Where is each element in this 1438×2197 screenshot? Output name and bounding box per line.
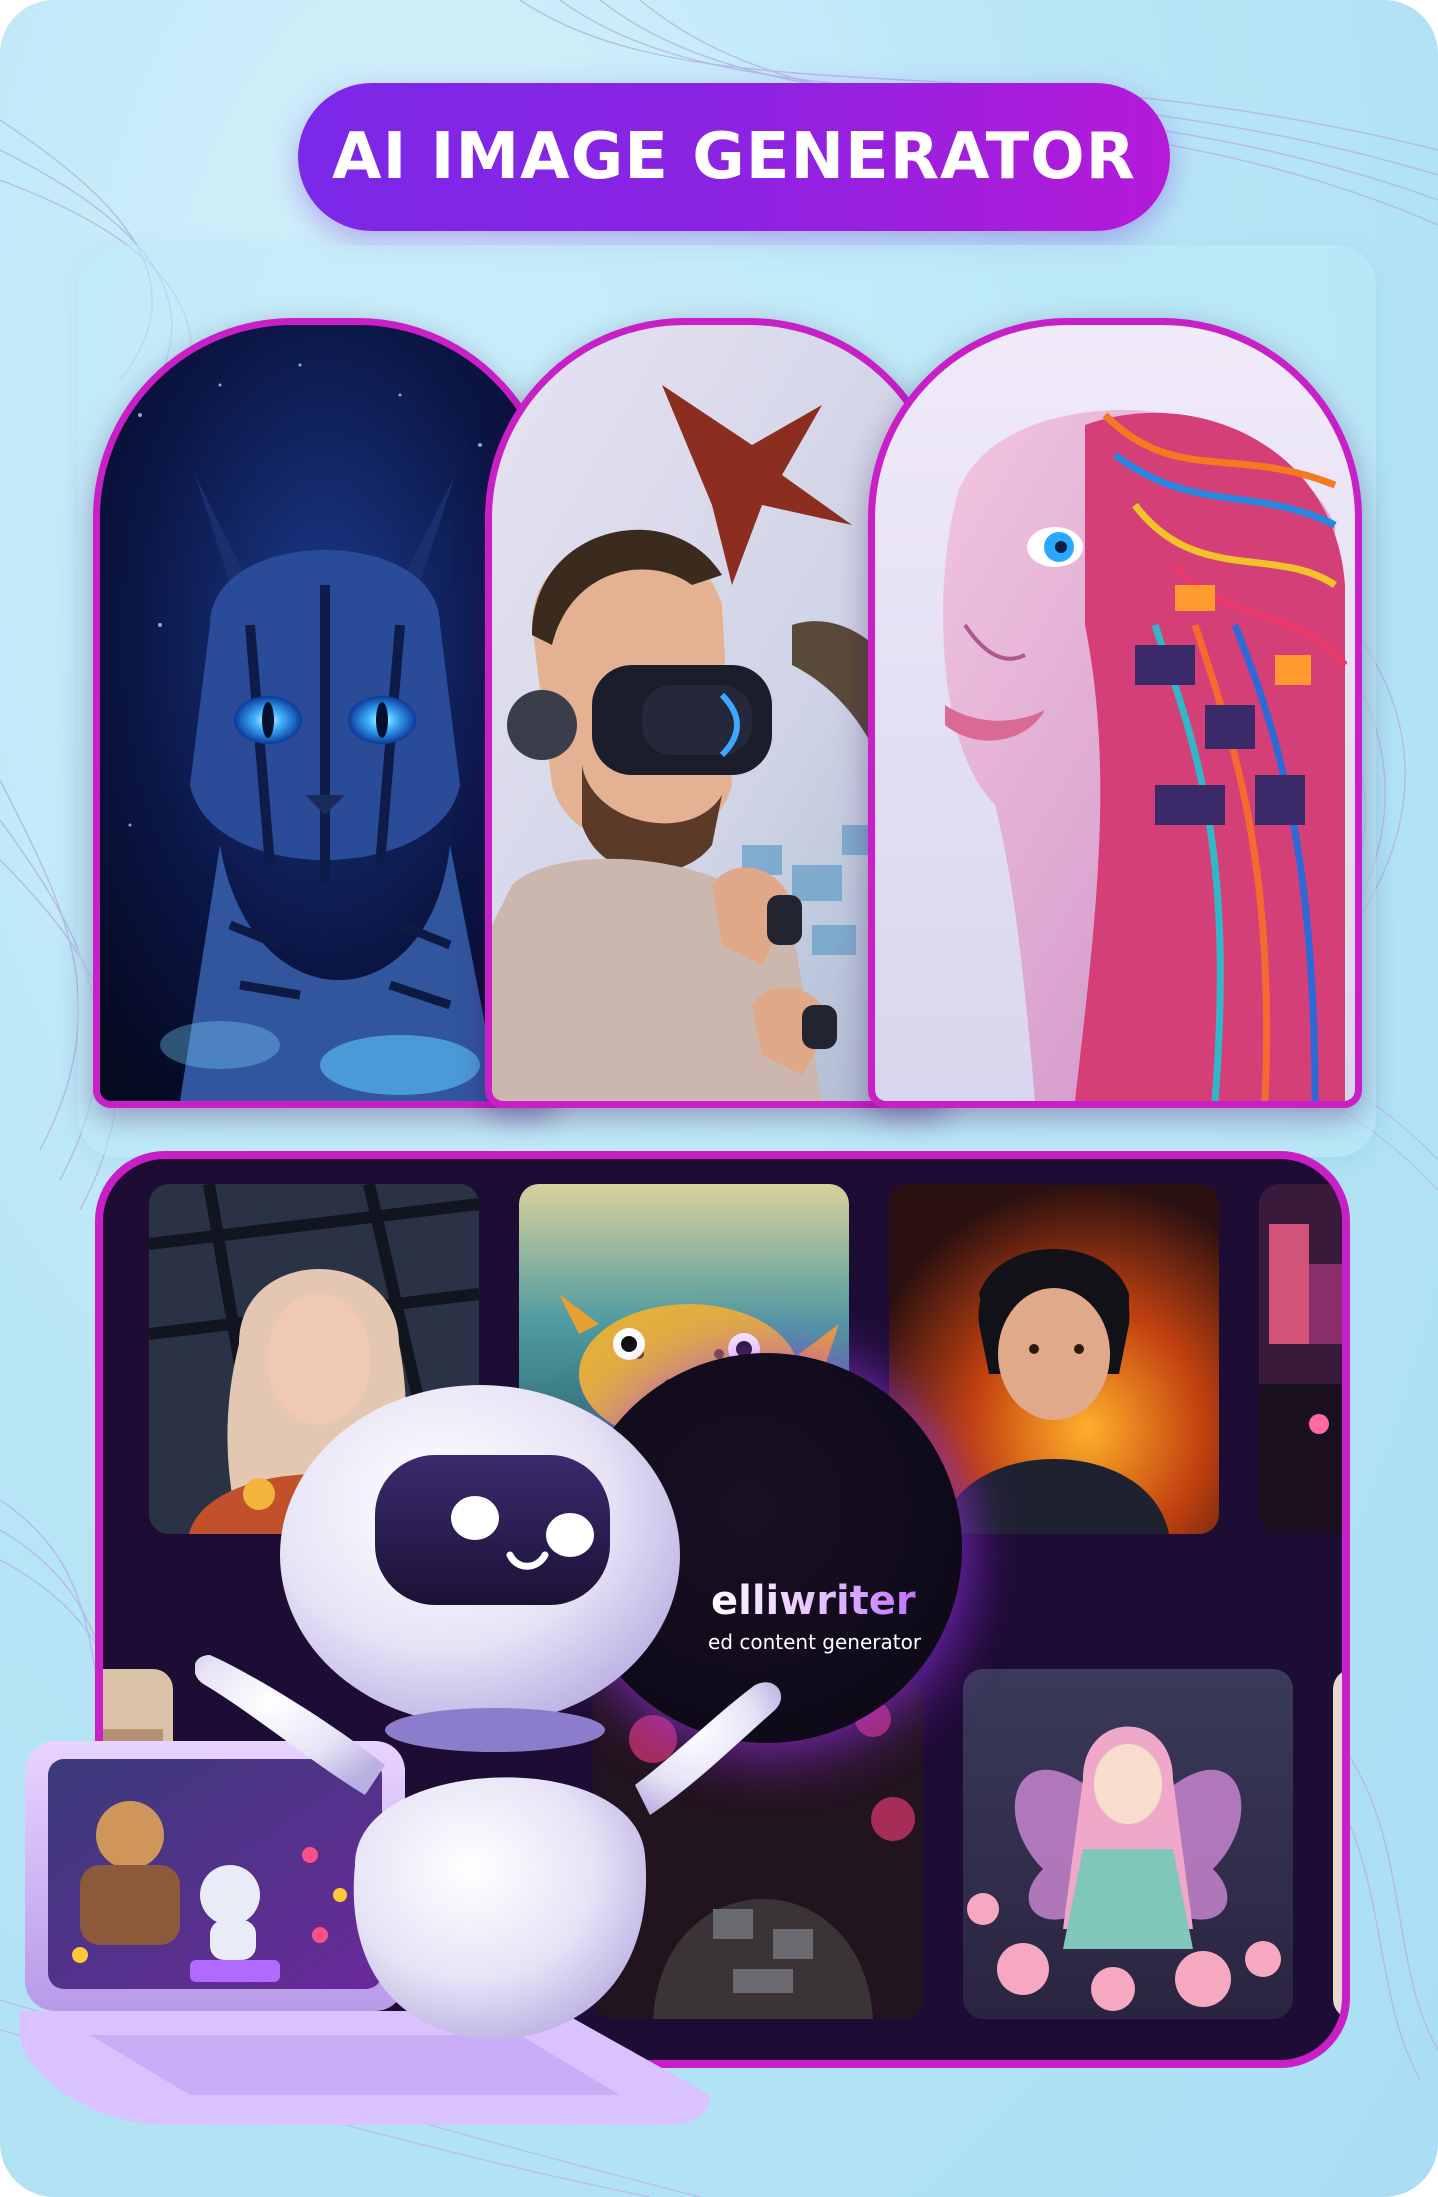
title-badge: AI IMAGE GENERATOR (298, 83, 1170, 231)
gallery-image-fairy[interactable] (963, 1669, 1293, 2019)
robot-mascot (195, 1385, 782, 2040)
page-background: AI IMAGE GENERATOR elliwriter ed content… (0, 0, 1438, 2197)
gallery-image-city[interactable] (1259, 1184, 1342, 1534)
gallery-image-partial[interactable] (1333, 1669, 1342, 2019)
page-title: AI IMAGE GENERATOR (332, 120, 1136, 194)
showcase-image-cyborg (868, 318, 1362, 1108)
